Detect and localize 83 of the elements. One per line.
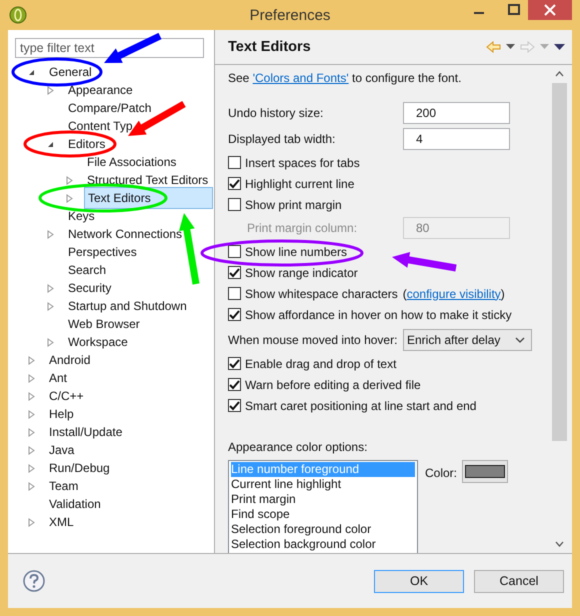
tree-item[interactable]: Structured Text Editors: [84, 172, 212, 188]
tree-item[interactable]: General: [46, 64, 95, 80]
checkbox[interactable]: [228, 308, 241, 321]
checkbox-label: Show whitespace characters: [245, 286, 398, 300]
tree-item[interactable]: Validation: [46, 496, 104, 512]
list-item[interactable]: Current line highlight: [231, 477, 415, 492]
close-icon[interactable]: [528, 0, 572, 20]
field-label: Displayed tab width:: [228, 132, 336, 146]
checkbox[interactable]: [228, 245, 241, 258]
app-icon: [9, 6, 27, 24]
window-title: Preferences: [248, 7, 332, 24]
checkbox[interactable]: [228, 266, 241, 279]
scroll-down-icon[interactable]: [555, 541, 564, 547]
tree-item[interactable]: Workspace: [65, 334, 131, 350]
checkbox[interactable]: [228, 357, 241, 370]
checkbox-label: Show print margin: [245, 198, 342, 212]
checkbox-label: Smart caret positioning at line start and end: [245, 398, 476, 412]
list-item[interactable]: Print margin: [231, 492, 415, 507]
tree-item[interactable]: Help: [46, 406, 77, 422]
tree-item[interactable]: Network Connections: [65, 226, 186, 242]
checkbox[interactable]: [228, 287, 241, 300]
tree-item[interactable]: Run/Debug: [46, 460, 113, 476]
caret-icon[interactable]: [506, 44, 515, 50]
font-hint-text: See 'Colors and Fonts' to configure the font.: [228, 71, 462, 85]
checkbox-label: Show line numbers: [245, 244, 348, 258]
color-swatch-button[interactable]: [462, 460, 508, 483]
scroll-up-icon[interactable]: [555, 71, 564, 77]
collapsed-triangle-icon[interactable]: [46, 86, 55, 94]
tree-item[interactable]: Java: [46, 442, 78, 458]
page-title: Text Editors: [228, 39, 311, 55]
tree-item[interactable]: XML: [46, 514, 77, 530]
tree-item[interactable]: Security: [65, 280, 114, 296]
tree-item[interactable]: C/C++: [46, 388, 87, 404]
parenthesis: (: [402, 286, 407, 300]
parenthesis: ): [500, 286, 505, 300]
tree-item[interactable]: Appearance: [65, 82, 136, 98]
checkbox-label: Show range indicator: [245, 266, 358, 280]
field-label: Undo history size:: [228, 106, 324, 120]
cancel-button[interactable]: Cancel: [474, 570, 564, 592]
hover-dropdown[interactable]: Enrich after delay: [403, 329, 532, 351]
chevron-down-icon: [515, 337, 525, 343]
tree-item[interactable]: Ant: [46, 370, 70, 386]
checkbox-label: Highlight current line: [245, 176, 354, 190]
checkbox-label: Enable drag and drop of text: [245, 356, 396, 370]
tree-item[interactable]: Team: [46, 478, 82, 494]
colors-fonts-link[interactable]: 'Colors and Fonts': [252, 71, 349, 85]
checkbox[interactable]: [228, 399, 241, 412]
tree-item[interactable]: Startup and Shutdown: [65, 298, 190, 314]
checkbox[interactable]: [228, 378, 241, 391]
filter-field[interactable]: type filter text: [15, 38, 204, 58]
tree-item[interactable]: Content Typ: [65, 118, 136, 134]
help-icon[interactable]: [23, 570, 45, 592]
list-item[interactable]: Selection background color: [231, 537, 415, 552]
color-options-label: Appearance color options:: [228, 440, 368, 456]
tree-item[interactable]: Compare/Patch: [65, 100, 154, 116]
tree-item[interactable]: Install/Update: [46, 424, 126, 440]
select-label: When mouse moved into hover:: [228, 333, 398, 347]
tree-item[interactable]: Search: [65, 262, 110, 278]
configure-visibility-link[interactable]: configure visibility: [406, 286, 501, 300]
field-label: Print margin column:: [247, 221, 358, 235]
tree-item[interactable]: Editors: [65, 136, 108, 152]
tree-item[interactable]: File Associations: [84, 154, 180, 170]
tree-item[interactable]: Keys: [65, 208, 98, 224]
color-option-list[interactable]: Line number foreground Current line highlight Print margin Find scope Selection foreground color Selection background color: [228, 460, 418, 553]
list-item[interactable]: Selection foreground color: [231, 522, 415, 537]
checkbox-label: Show affordance in hover on how to make it sticky: [245, 308, 512, 322]
tree-item[interactable]: Android: [46, 352, 94, 368]
checkbox[interactable]: [228, 156, 241, 169]
checkbox-label: Warn before editing a derived file: [245, 378, 421, 392]
number-field[interactable]: 4: [403, 128, 510, 150]
menu-caret-icon[interactable]: [554, 44, 565, 50]
tree-item[interactable]: Web Browser: [65, 316, 143, 332]
number-field[interactable]: 200: [403, 102, 510, 124]
checkbox[interactable]: [228, 198, 241, 211]
expanded-triangle-icon[interactable]: [46, 140, 55, 148]
expanded-triangle-icon[interactable]: [27, 68, 36, 76]
tree-item[interactable]: Perspectives: [65, 244, 140, 260]
color-label: Color:: [425, 466, 458, 480]
tree-item[interactable]: Text Editors: [84, 187, 213, 209]
list-item[interactable]: Find scope: [231, 507, 415, 522]
ok-button[interactable]: OK: [374, 570, 464, 592]
checkbox[interactable]: [228, 177, 241, 190]
checkbox-label: Insert spaces for tabs: [245, 156, 360, 170]
